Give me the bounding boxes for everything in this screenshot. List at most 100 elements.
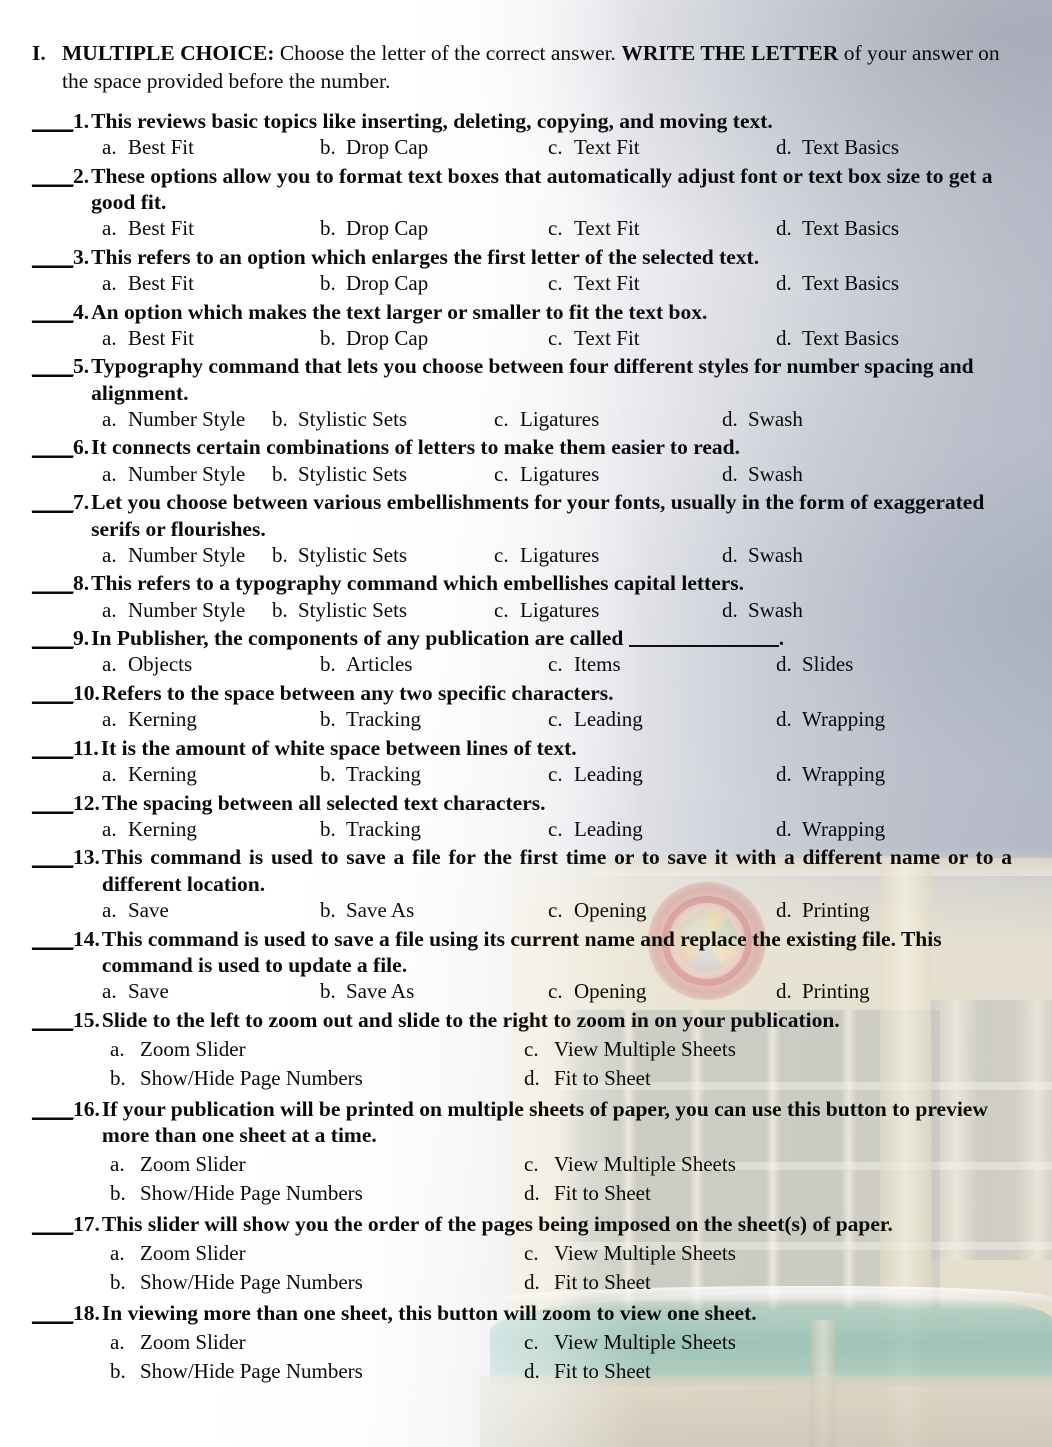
option-choice[interactable]: a. Best Fit [102, 326, 320, 352]
option-choice[interactable]: d. Swash [722, 462, 803, 488]
answer-blank-field[interactable]: ____ [28, 625, 74, 651]
option-choice[interactable]: a. Objects [102, 652, 320, 678]
option-choice[interactable]: d. Wrapping [776, 817, 885, 843]
option-choice[interactable]: b. Stylistic Sets [272, 407, 494, 433]
option-choice[interactable]: c. Opening [548, 979, 776, 1005]
option-choice[interactable]: c. Leading [548, 707, 776, 733]
option-choice[interactable]: d. Text Basics [776, 135, 899, 161]
option-choice[interactable]: a. Kerning [102, 817, 320, 843]
option-choice[interactable]: a. Best Fit [102, 271, 320, 297]
option-letter: c. [494, 542, 509, 567]
question-number: 2. [73, 163, 90, 188]
option-choice[interactable]: c. Items [548, 652, 776, 678]
option-choice[interactable]: d. Fit to Sheet [524, 1064, 651, 1093]
option-choice[interactable]: d. Printing [776, 979, 870, 1005]
option-choice[interactable]: d. Printing [776, 898, 870, 924]
answer-blank-field[interactable]: ____ [28, 244, 74, 270]
exam-content: I. MULTIPLE CHOICE: Choose the letter of… [0, 0, 1052, 1387]
option-group: a. Kerning b. Tracking c. Leading d. Wrapping [28, 707, 1012, 733]
option-choice[interactable]: a. Kerning [102, 707, 320, 733]
answer-blank-field[interactable]: ____ [28, 163, 74, 189]
option-choice[interactable]: d. Slides [776, 652, 853, 678]
option-choice[interactable]: c. Leading [548, 817, 776, 843]
option-choice[interactable]: a. Best Fit [102, 135, 320, 161]
option-choice[interactable]: b. Drop Cap [320, 135, 548, 161]
option-label: Zoom Slider [140, 1036, 246, 1061]
option-choice[interactable]: b. Drop Cap [320, 326, 548, 352]
option-choice[interactable]: b. Stylistic Sets [272, 462, 494, 488]
answer-blank-field[interactable]: ____ [28, 680, 74, 706]
option-choice[interactable]: b. Show/Hide Page Numbers [110, 1064, 524, 1093]
answer-blank-field[interactable]: ____ [28, 299, 74, 325]
option-choice[interactable]: c. Opening [548, 898, 776, 924]
option-choice[interactable]: d. Wrapping [776, 762, 885, 788]
option-choice[interactable]: c. Text Fit [548, 326, 776, 352]
option-choice[interactable]: b. Show/Hide Page Numbers [110, 1179, 524, 1208]
option-choice[interactable]: a. Zoom Slider [110, 1150, 524, 1179]
option-choice[interactable]: c. Text Fit [548, 135, 776, 161]
option-choice[interactable]: b. Tracking [320, 762, 548, 788]
option-choice[interactable]: c. Text Fit [548, 216, 776, 242]
option-choice[interactable]: a. Kerning [102, 762, 320, 788]
option-choice[interactable]: d. Fit to Sheet [524, 1179, 651, 1208]
option-choice[interactable]: c. Text Fit [548, 271, 776, 297]
answer-blank-field[interactable]: ____ [28, 844, 74, 870]
option-choice[interactable]: d. Text Basics [776, 271, 899, 297]
inline-fill-blank[interactable] [628, 645, 779, 648]
option-choice[interactable]: d. Text Basics [776, 326, 899, 352]
option-choice[interactable]: b. Drop Cap [320, 271, 548, 297]
option-choice[interactable]: c. Ligatures [494, 407, 722, 433]
option-choice[interactable]: d. Swash [722, 543, 803, 569]
question-prompt: ____ 17. This slider will show you the ord… [28, 1211, 1012, 1237]
option-choice[interactable]: c. Ligatures [494, 598, 722, 624]
answer-blank-field[interactable]: ____ [28, 353, 74, 379]
option-choice[interactable]: d. Fit to Sheet [524, 1357, 651, 1386]
answer-blank-field[interactable]: ____ [28, 108, 74, 134]
answer-blank-field[interactable]: ____ [28, 790, 74, 816]
option-choice[interactable]: c. Leading [548, 762, 776, 788]
option-choice[interactable]: b. Tracking [320, 707, 548, 733]
option-choice[interactable]: b. Stylistic Sets [272, 598, 494, 624]
option-choice[interactable]: b. Show/Hide Page Numbers [110, 1268, 524, 1297]
option-choice[interactable]: c. View Multiple Sheets [524, 1035, 736, 1064]
option-choice[interactable]: a. Number Style [102, 462, 272, 488]
option-choice[interactable]: c. View Multiple Sheets [524, 1150, 736, 1179]
option-choice[interactable]: b. Drop Cap [320, 216, 548, 242]
option-choice[interactable]: d. Swash [722, 598, 803, 624]
option-choice[interactable]: d. Fit to Sheet [524, 1268, 651, 1297]
answer-blank-field[interactable]: ____ [28, 434, 74, 460]
option-group: a. Save b. Save As c. Opening d. Printing [28, 979, 1012, 1005]
option-choice[interactable]: b. Show/Hide Page Numbers [110, 1357, 524, 1386]
answer-blank-field[interactable]: ____ [28, 1211, 74, 1237]
answer-blank-field[interactable]: ____ [28, 570, 74, 596]
option-choice[interactable]: c. Ligatures [494, 462, 722, 488]
option-choice[interactable]: b. Save As [320, 979, 548, 1005]
option-choice[interactable]: a. Best Fit [102, 216, 320, 242]
option-choice[interactable]: b. Articles [320, 652, 548, 678]
option-choice[interactable]: b. Stylistic Sets [272, 543, 494, 569]
answer-blank-field[interactable]: ____ [28, 489, 74, 515]
option-choice[interactable]: a. Zoom Slider [110, 1328, 524, 1357]
option-choice[interactable]: d. Wrapping [776, 707, 885, 733]
option-choice[interactable]: c. View Multiple Sheets [524, 1239, 736, 1268]
option-choice[interactable]: a. Number Style [102, 598, 272, 624]
option-choice[interactable]: a. Zoom Slider [110, 1035, 524, 1064]
option-choice[interactable]: a. Number Style [102, 407, 272, 433]
answer-blank-field[interactable]: ____ [28, 1007, 74, 1033]
question-text: In Publisher, the components of any publ… [89, 625, 1012, 651]
option-choice[interactable]: b. Save As [320, 898, 548, 924]
option-choice[interactable]: a. Save [102, 979, 320, 1005]
option-choice[interactable]: c. Ligatures [494, 543, 722, 569]
option-choice[interactable]: d. Swash [722, 407, 803, 433]
option-choice[interactable]: d. Text Basics [776, 216, 899, 242]
answer-blank-field[interactable]: ____ [28, 1300, 74, 1326]
option-letter: a. [102, 597, 117, 622]
option-choice[interactable]: a. Save [102, 898, 320, 924]
option-choice[interactable]: a. Number Style [102, 543, 272, 569]
option-choice[interactable]: c. View Multiple Sheets [524, 1328, 736, 1357]
option-choice[interactable]: b. Tracking [320, 817, 548, 843]
option-choice[interactable]: a. Zoom Slider [110, 1239, 524, 1268]
answer-blank-field[interactable]: ____ [28, 735, 74, 761]
answer-blank-field[interactable]: ____ [28, 1096, 74, 1122]
answer-blank-field[interactable]: ____ [28, 926, 74, 952]
